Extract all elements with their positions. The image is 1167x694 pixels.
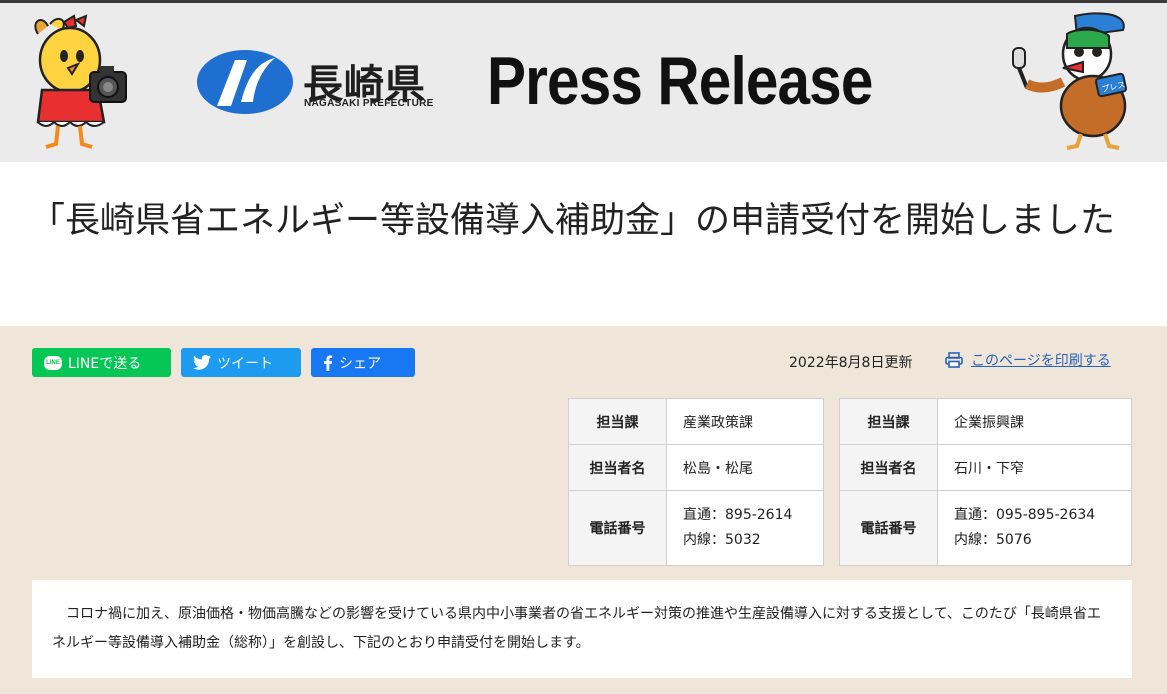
logo-english-name: NAGASAKI PREFECTURE [304, 98, 434, 109]
person-value: 松島・松尾 [666, 444, 824, 491]
person-label: 担当者名 [568, 444, 667, 491]
phone-direct: 直通：895-2614 [683, 507, 793, 523]
body-paragraph: コロナ禍に加え、原油価格・物価高騰などの影響を受けている県内中小事業者の省エネル… [52, 606, 1101, 651]
person-label: 担当者名 [839, 444, 938, 491]
print-page-label: このページを印刷する [971, 353, 1111, 369]
phone-direct: 直通：095-895-2634 [954, 507, 1096, 523]
press-release-heading: Press Release [487, 43, 873, 119]
dept-value: 産業政策課 [666, 398, 824, 445]
contact-table-enterprise-promotion: 担当課 企業振興課 担当者名 石川・下窄 電話番号 直通：095-895-263… [839, 398, 1132, 566]
person-value: 石川・下窄 [937, 444, 1132, 491]
dept-label: 担当課 [568, 398, 667, 445]
mascot-reporter-illustration: プレス [1012, 12, 1128, 150]
page-title: 「長崎県省エネルギー等設備導入補助金」の申請受付を開始しました [30, 201, 1116, 241]
contact-table-industry-policy: 担当課 産業政策課 担当者名 松島・松尾 電話番号 直通：895-2614 内線… [568, 398, 824, 566]
twitter-bird-icon [193, 355, 211, 370]
print-page-link[interactable]: このページを印刷する [945, 350, 1111, 370]
facebook-share-button[interactable]: シェア [311, 348, 415, 377]
phone-extension: 内線：5032 [683, 532, 761, 548]
tweet-label: ツイート [217, 355, 273, 372]
mascot-camera-illustration [34, 14, 127, 149]
nagasaki-prefecture-logo[interactable]: 長崎県 NAGASAKI PREFECTURE [195, 48, 445, 116]
dept-value: 企業振興課 [937, 398, 1132, 445]
phone-label: 電話番号 [568, 490, 667, 566]
line-icon: LINE [44, 355, 62, 370]
phone-value: 直通：095-895-2634 内線：5076 [937, 490, 1132, 566]
facebook-icon [323, 354, 333, 371]
phone-extension: 内線：5076 [954, 532, 1032, 548]
line-share-button[interactable]: LINE LINEで送る [32, 348, 171, 377]
dept-label: 担当課 [839, 398, 938, 445]
phone-label: 電話番号 [839, 490, 938, 566]
printer-icon [945, 352, 963, 368]
tweet-button[interactable]: ツイート [181, 348, 301, 377]
updated-date: 2022年8月8日更新 [789, 355, 913, 371]
facebook-share-label: シェア [339, 355, 381, 372]
phone-value: 直通：895-2614 内線：5032 [666, 490, 824, 566]
nagasaki-logo-mark-icon [197, 50, 293, 114]
line-share-label: LINEで送る [68, 355, 142, 372]
